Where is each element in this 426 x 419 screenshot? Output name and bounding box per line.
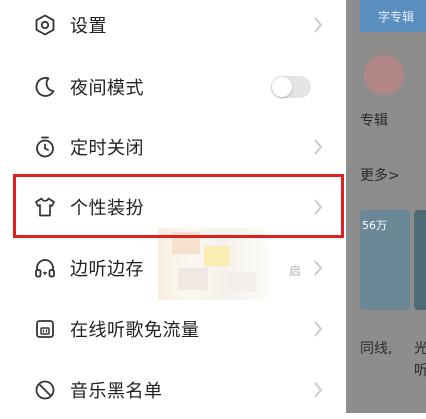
moon-icon — [35, 77, 55, 97]
menu-item-settings[interactable]: 设置 — [0, 0, 346, 54]
toggle-knob — [272, 77, 292, 97]
block-icon — [35, 380, 55, 400]
album-icon — [364, 55, 404, 95]
menu-item-label: 边听边存 — [70, 259, 144, 280]
chevron-right-icon — [314, 139, 323, 155]
menu-item-label: 在线听歌免流量 — [70, 320, 200, 341]
play-count-badge: 56万 — [362, 219, 387, 232]
card-caption: 光 — [414, 341, 426, 357]
card-caption: 听 — [414, 363, 426, 379]
side-menu-panel: 设置 夜间模式 定时关闭 个性装扮 边听边存 在线听歌免流量 音乐黑名单 启 — [0, 0, 346, 413]
row-text: 专辑 — [360, 113, 388, 129]
headphones-icon — [35, 259, 55, 278]
album-card — [414, 210, 426, 310]
menu-item-music-blacklist[interactable]: 音乐黑名单 — [0, 361, 346, 419]
chevron-right-icon — [314, 17, 323, 33]
menu-item-label: 夜间模式 — [70, 78, 144, 99]
banner-text: 字专辑 — [378, 10, 415, 24]
background-app-dimmed: 字专辑 专辑 更多> 56万 同线, 光 听 — [346, 0, 426, 413]
blurred-tooltip-overlay — [158, 228, 268, 300]
menu-item-label: 音乐黑名单 — [70, 381, 163, 402]
settings-hexagon-icon — [35, 14, 55, 36]
chevron-right-icon — [314, 260, 323, 276]
timer-icon — [36, 136, 54, 158]
menu-item-label: 定时关闭 — [70, 138, 144, 159]
chevron-right-icon — [314, 321, 323, 337]
card-caption: 同线, — [360, 341, 393, 357]
listen-save-status: 启 — [289, 264, 302, 278]
chevron-right-icon — [314, 382, 323, 398]
highlight-annotation-box — [13, 174, 344, 238]
sim-card-icon — [36, 320, 54, 338]
banner: 字专辑 — [360, 0, 426, 32]
menu-item-label: 设置 — [70, 16, 107, 37]
menu-item-sleep-timer[interactable]: 定时关闭 — [0, 118, 346, 176]
night-mode-toggle[interactable] — [271, 76, 311, 98]
more-link: 更多> — [360, 168, 400, 184]
menu-item-night-mode[interactable]: 夜间模式 — [0, 58, 346, 116]
menu-item-free-data-streaming[interactable]: 在线听歌免流量 — [0, 300, 346, 358]
